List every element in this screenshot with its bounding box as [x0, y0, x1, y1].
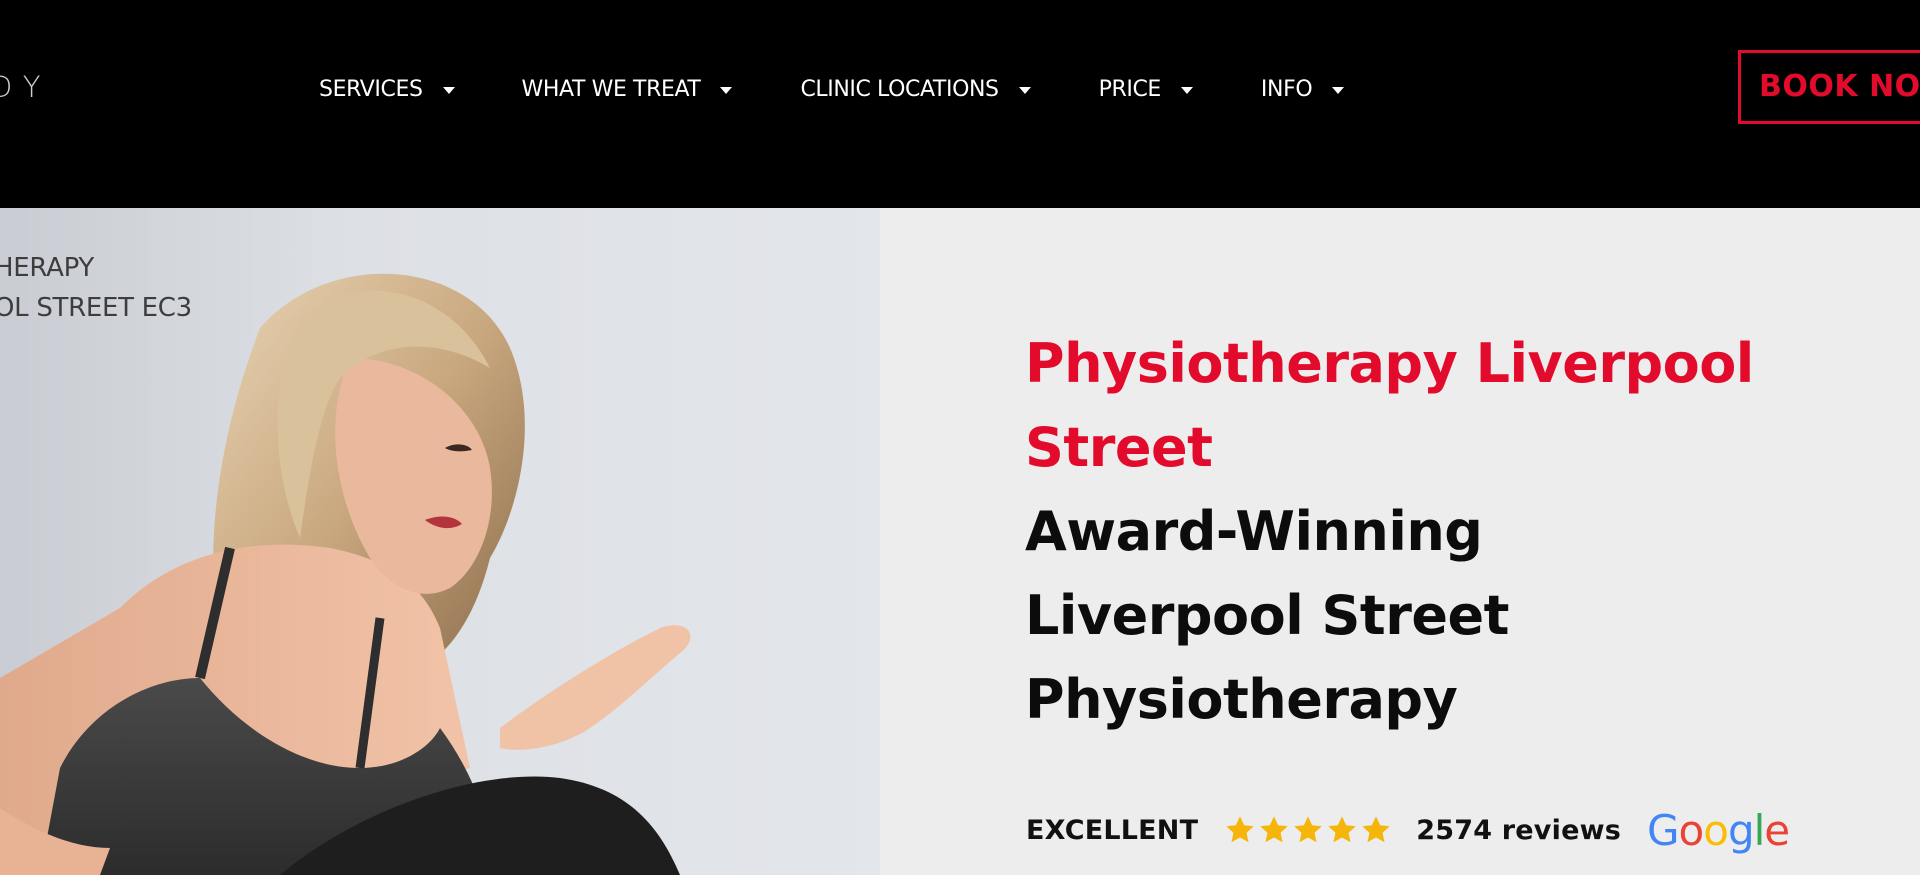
title-line: Street — [1025, 416, 1213, 479]
chevron-down-icon — [1332, 86, 1345, 94]
page-subtitle: Award-Winning Liverpool Street Physiothe… — [1025, 490, 1885, 742]
nav-item-what-we-treat[interactable]: WHAT WE TREAT — [522, 77, 733, 102]
page-title: Physiotherapy Liverpool Street — [1025, 322, 1885, 490]
nav-item-label: PRICE — [1098, 76, 1162, 102]
star-icon — [1226, 816, 1254, 843]
nav-item-price[interactable]: PRICE — [1099, 77, 1193, 102]
main-nav: SERVICES WHAT WE TREAT CLINIC LOCATIONS … — [319, 74, 1345, 104]
chevron-down-icon — [1180, 86, 1193, 94]
star-icon — [1328, 816, 1356, 843]
nav-item-services[interactable]: SERVICES — [319, 77, 455, 102]
site-logo[interactable]: DY — [0, 70, 52, 104]
nav-item-label: CLINIC LOCATIONS — [800, 76, 999, 102]
caption-line: OL STREET EC3 — [0, 293, 192, 323]
subtitle-line: Award-Winning — [1025, 500, 1483, 563]
review-count: 2574 reviews — [1416, 814, 1621, 846]
book-now-button[interactable]: BOOK NO — [1738, 50, 1920, 124]
nav-item-clinic-locations[interactable]: CLINIC LOCATIONS — [800, 76, 1031, 102]
review-rating[interactable]: EXCELLENT 2574 reviews Google — [1026, 805, 1790, 855]
chevron-down-icon — [442, 86, 455, 94]
chevron-down-icon — [720, 86, 733, 94]
star-icon — [1260, 816, 1288, 843]
site-header: DY SERVICES WHAT WE TREAT CLINIC LOCATIO… — [0, 0, 1920, 208]
title-line: Physiotherapy Liverpool — [1025, 332, 1754, 395]
image-caption: HERAPY OL STREET EC3 — [0, 248, 192, 328]
nav-item-info[interactable]: INFO — [1260, 76, 1345, 102]
nav-item-label: WHAT WE TREAT — [521, 76, 701, 102]
star-icon — [1362, 816, 1390, 843]
subtitle-line: Physiotherapy — [1025, 668, 1458, 731]
hero-heading: Physiotherapy Liverpool Street Award-Win… — [1025, 322, 1885, 742]
rating-label: EXCELLENT — [1026, 814, 1199, 846]
subtitle-line: Liverpool Street — [1025, 584, 1509, 647]
nav-item-label: SERVICES — [319, 76, 423, 102]
hero-image: HERAPY OL STREET EC3 — [0, 208, 880, 875]
caption-line: HERAPY — [0, 253, 94, 283]
nav-item-label: INFO — [1260, 76, 1313, 102]
star-rating — [1224, 814, 1394, 846]
chevron-down-icon — [1018, 86, 1031, 94]
google-logo-icon: Google — [1647, 805, 1790, 855]
star-icon — [1294, 816, 1322, 843]
